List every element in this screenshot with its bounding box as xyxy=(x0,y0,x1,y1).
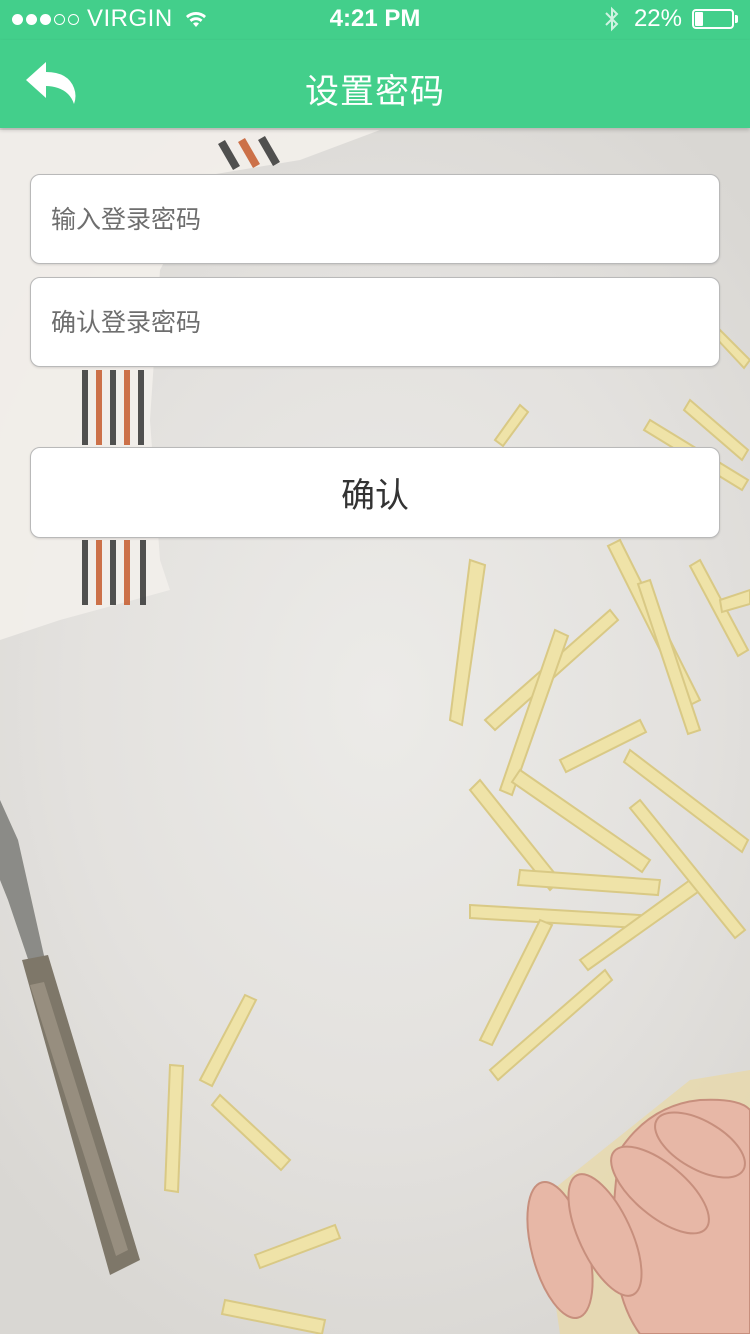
battery-level-fill xyxy=(695,12,703,26)
confirm-password-input[interactable] xyxy=(31,278,719,366)
password-input[interactable] xyxy=(31,175,719,263)
password-field-container xyxy=(30,174,720,264)
page-title: 设置密码 xyxy=(305,72,445,112)
nav-bar: 设置密码 xyxy=(0,40,750,128)
bluetooth-icon xyxy=(605,6,619,32)
confirm-password-field-container xyxy=(30,277,720,367)
status-right: 22% xyxy=(604,5,738,33)
battery-nub xyxy=(735,15,738,23)
status-bar: VIRGIN 4:21 PM 22% xyxy=(0,0,750,40)
battery-icon xyxy=(692,9,738,29)
confirm-button[interactable]: 确认 xyxy=(30,447,720,538)
battery-percentage: 22% xyxy=(633,5,682,32)
